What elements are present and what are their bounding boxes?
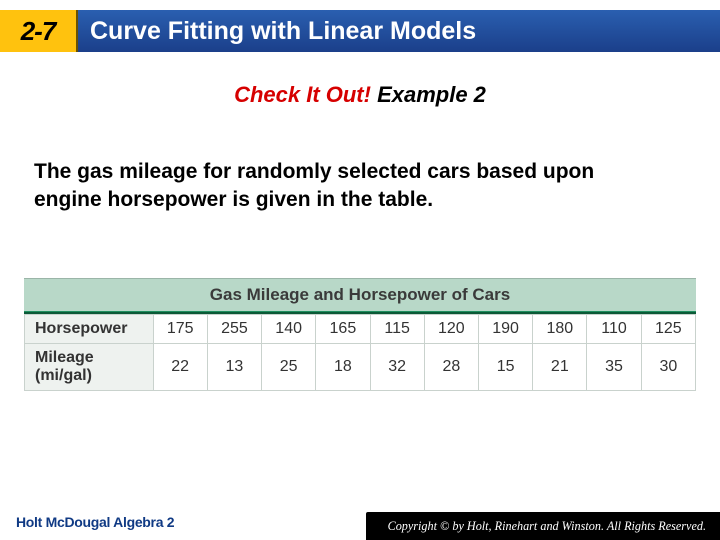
hp-cell: 115 <box>370 315 424 344</box>
mileage-cell: 28 <box>424 344 478 391</box>
copyright-label: Copyright © by Holt, Rinehart and Winsto… <box>366 512 720 540</box>
example-heading: Check It Out! Example 2 <box>0 82 720 108</box>
table-grid: Horsepower 175 255 140 165 115 120 190 1… <box>24 314 696 391</box>
hp-cell: 165 <box>316 315 370 344</box>
lesson-title: Curve Fitting with Linear Models <box>78 17 476 46</box>
hp-cell: 255 <box>207 315 261 344</box>
mileage-cell: 25 <box>262 344 316 391</box>
lesson-number: 2-7 <box>21 16 56 47</box>
mileage-cell: 35 <box>587 344 641 391</box>
hp-cell: 175 <box>153 315 207 344</box>
mileage-cell: 32 <box>370 344 424 391</box>
mileage-cell: 30 <box>641 344 695 391</box>
hp-cell: 120 <box>424 315 478 344</box>
slide: { "header": { "lesson_code": "2-7", "tit… <box>0 0 720 540</box>
mileage-cell: 15 <box>478 344 532 391</box>
row-label-mileage: Mileage (mi/gal) <box>25 344 154 391</box>
table-row: Mileage (mi/gal) 22 13 25 18 32 28 15 21… <box>25 344 696 391</box>
data-table: Gas Mileage and Horsepower of Cars Horse… <box>24 278 696 391</box>
hp-cell: 110 <box>587 315 641 344</box>
mileage-cell: 21 <box>533 344 587 391</box>
row-label-horsepower: Horsepower <box>25 315 154 344</box>
example-number: Example 2 <box>371 82 486 107</box>
publisher-label: Holt McDougal Algebra 2 <box>16 514 174 530</box>
lesson-number-box: 2-7 <box>0 10 78 52</box>
hp-cell: 125 <box>641 315 695 344</box>
hp-cell: 140 <box>262 315 316 344</box>
mileage-cell: 13 <box>207 344 261 391</box>
hp-cell: 190 <box>478 315 532 344</box>
problem-text: The gas mileage for randomly selected ca… <box>34 158 654 215</box>
table-row: Horsepower 175 255 140 165 115 120 190 1… <box>25 315 696 344</box>
lesson-header: 2-7 Curve Fitting with Linear Models <box>0 10 720 52</box>
check-it-out-label: Check It Out! <box>234 82 371 107</box>
mileage-cell: 22 <box>153 344 207 391</box>
hp-cell: 180 <box>533 315 587 344</box>
mileage-cell: 18 <box>316 344 370 391</box>
table-title: Gas Mileage and Horsepower of Cars <box>24 278 696 311</box>
